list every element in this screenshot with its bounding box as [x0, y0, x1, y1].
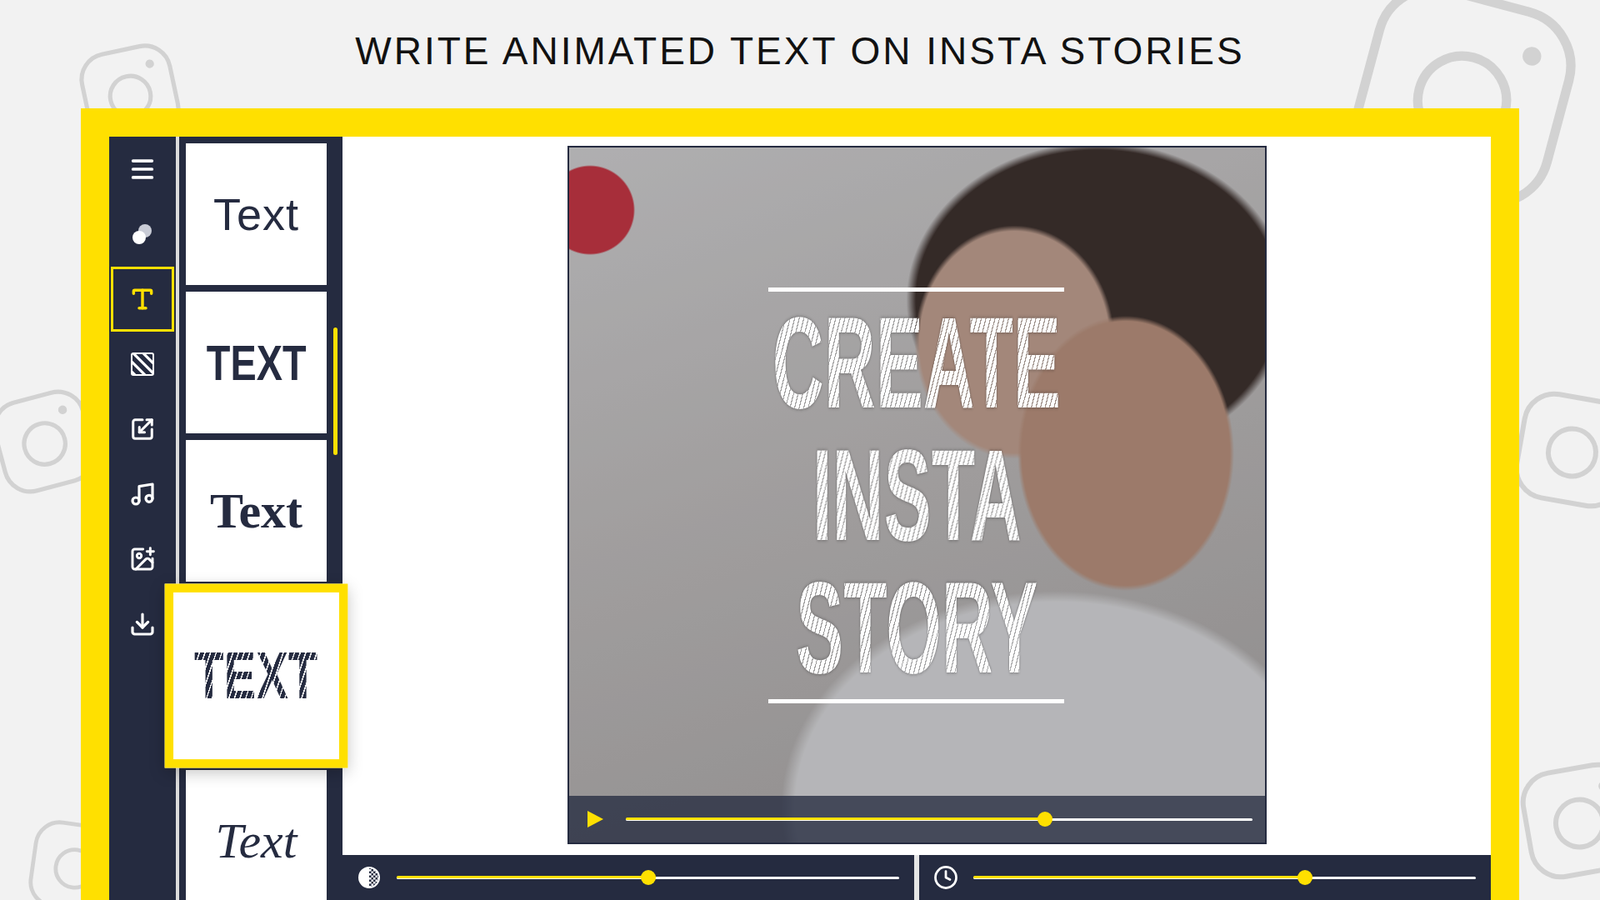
sidebar-item[interactable] [110, 331, 175, 397]
text-style-label: Text [210, 482, 303, 540]
sidebar-item[interactable] [110, 396, 175, 462]
duration-slider-fill [973, 875, 1305, 879]
timeline-fill [625, 817, 1046, 820]
story-preview: CREATEINSTASTORY [567, 145, 1267, 845]
page-title: WRITE ANIMATED TEXT ON INSTA STORIES [355, 0, 1245, 109]
text-style-panel: Text TEXT Text TEXT Text [175, 136, 343, 900]
scrollbar [333, 143, 338, 900]
sidebar-item[interactable] [110, 266, 175, 332]
canvas: CREATEINSTASTORY [342, 136, 1491, 855]
text-style-label: Text [213, 188, 300, 240]
sidebar-item[interactable] [110, 201, 175, 267]
play-button[interactable] [584, 808, 606, 830]
bottom-controls [342, 855, 1491, 900]
text-style-card[interactable]: TEXT [185, 291, 327, 434]
music-icon [129, 480, 156, 508]
text-style-list: Text TEXT Text TEXT Text [185, 143, 327, 900]
add-image-icon [129, 545, 156, 573]
sidebar-item[interactable] [110, 461, 175, 527]
resize-icon [130, 416, 155, 442]
timeline-knob[interactable] [1037, 811, 1053, 827]
sidebar-item[interactable] [110, 526, 175, 592]
duration-slider-track[interactable] [973, 876, 1476, 880]
text-style-card[interactable]: Text [185, 440, 327, 582]
text-style-label: TEXT [194, 637, 318, 715]
app-frame: Text TEXT Text TEXT Text CREATEINSTASTORY [80, 108, 1520, 900]
headline-line: INSTA [811, 434, 1021, 557]
menu-icon [128, 155, 157, 184]
clock-icon [933, 865, 959, 890]
duration-control [919, 855, 1491, 900]
scrollbar-thumb[interactable] [333, 327, 338, 455]
text-icon [129, 285, 156, 313]
headline-line: STORY [795, 566, 1039, 690]
text-style-label: TEXT [206, 334, 307, 392]
play-icon [585, 809, 605, 830]
duration-slider-knob[interactable] [1297, 870, 1313, 885]
opacity-control [342, 855, 915, 900]
instagram-outline-icon [1506, 748, 1600, 894]
text-style-card[interactable]: Text [185, 770, 327, 900]
editor-main: CREATEINSTASTORY [342, 136, 1491, 900]
opacity-slider-track[interactable] [396, 876, 900, 880]
headline-rule [768, 287, 1065, 292]
headline-line: CREATE [772, 301, 1061, 425]
color-blend-icon [129, 220, 156, 248]
text-style-label: Text [215, 812, 298, 870]
timeline-track[interactable] [625, 818, 1253, 821]
opacity-slider-fill [396, 875, 649, 879]
player-bar [569, 795, 1265, 843]
page: WRITE ANIMATED TEXT ON INSTA STORIESText… [0, 0, 1600, 900]
pattern-icon [130, 351, 155, 377]
opacity-slider-knob[interactable] [640, 870, 656, 885]
headline-rule [768, 699, 1065, 704]
sidebar-item[interactable] [110, 136, 175, 202]
text-style-card[interactable]: TEXT [165, 584, 349, 769]
text-style-card[interactable]: Text [185, 143, 327, 285]
download-icon [129, 610, 156, 638]
sidebar [109, 136, 176, 900]
animated-text[interactable]: CREATEINSTASTORY [654, 287, 1180, 704]
opacity-icon [356, 865, 382, 890]
